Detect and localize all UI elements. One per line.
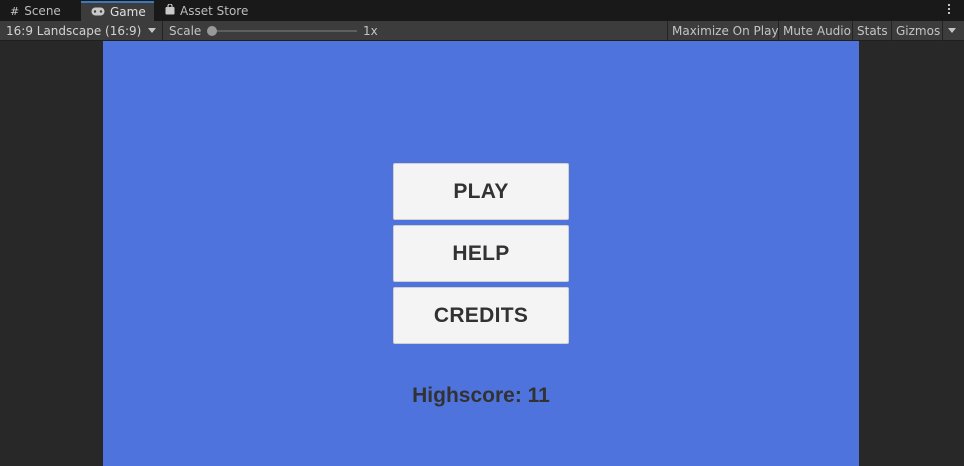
tab-game[interactable]: Game bbox=[81, 1, 154, 21]
gizmos-divider bbox=[942, 21, 943, 41]
tab-asset-store[interactable]: Asset Store bbox=[155, 1, 255, 21]
scale-slider-track[interactable] bbox=[210, 30, 357, 32]
help-button[interactable]: HELP bbox=[393, 225, 569, 282]
play-button[interactable]: PLAY bbox=[393, 163, 569, 220]
aspect-ratio-dropdown[interactable]: 16:9 Landscape (16:9) bbox=[0, 21, 163, 41]
scale-label: Scale bbox=[169, 24, 202, 38]
gamepad-icon bbox=[91, 6, 105, 19]
grid-icon: # bbox=[10, 4, 20, 18]
mute-audio-toggle[interactable]: Mute Audio bbox=[778, 21, 851, 41]
credits-button[interactable]: CREDITS bbox=[393, 287, 569, 344]
scale-value: 1x bbox=[363, 24, 378, 38]
shopping-bag-icon bbox=[165, 3, 175, 18]
editor-tab-bar: # Scene Game Asset Store bbox=[0, 0, 964, 21]
more-options-icon[interactable] bbox=[947, 2, 951, 16]
game-view-toolbar: 16:9 Landscape (16:9) Scale 1x Maximize … bbox=[0, 21, 964, 41]
tab-scene[interactable]: # Scene bbox=[0, 1, 80, 21]
highscore-text: Highscore: 11 bbox=[412, 384, 550, 407]
maximize-on-play-toggle[interactable]: Maximize On Play bbox=[667, 21, 779, 41]
tab-asset-store-label: Asset Store bbox=[180, 4, 249, 18]
chevron-down-icon[interactable] bbox=[948, 28, 956, 33]
gizmos-button[interactable]: Gizmos bbox=[891, 21, 964, 41]
tab-scene-label: Scene bbox=[24, 4, 61, 18]
stats-toggle[interactable]: Stats bbox=[852, 21, 890, 41]
gizmos-label: Gizmos bbox=[896, 24, 941, 38]
chevron-down-icon bbox=[148, 28, 156, 33]
game-screen: PLAY HELP CREDITS Highscore: 11 bbox=[103, 41, 859, 466]
tab-game-label: Game bbox=[110, 5, 146, 19]
game-viewport: PLAY HELP CREDITS Highscore: 11 bbox=[0, 41, 964, 466]
scale-slider-handle[interactable] bbox=[207, 26, 217, 36]
aspect-ratio-value: 16:9 Landscape (16:9) bbox=[6, 24, 142, 38]
